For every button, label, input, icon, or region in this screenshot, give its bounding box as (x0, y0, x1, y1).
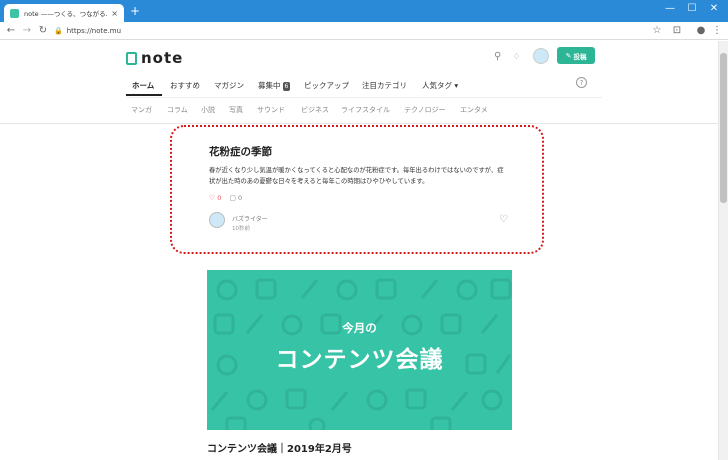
tab-title: note ——つくる、つながる、とどける。 (24, 10, 107, 18)
nav-item-pickup[interactable]: ピックアップ (304, 80, 349, 91)
category-column[interactable]: コラム (167, 105, 188, 115)
extension-icon[interactable]: ⊡ (670, 24, 684, 38)
nav-item-recruiting[interactable]: 募集中 6 (258, 80, 291, 91)
category-manga[interactable]: マンガ (131, 105, 152, 115)
profile-icon[interactable]: ● (694, 24, 708, 38)
maximize-button[interactable]: ☐ (682, 2, 702, 16)
page-scrollbar[interactable] (718, 41, 728, 460)
nav-item-home[interactable]: ホーム (132, 80, 154, 91)
main-nav: ホーム おすすめ マガジン 募集中 6 ピックアップ 注目カテゴリ 人気タグ ▾ (126, 75, 602, 97)
browser-toolbar: ← → ↻ 🔒 https://note.mu ☆ ⊡ ● ⋮ (0, 22, 728, 40)
category-sound[interactable]: サウンド (257, 105, 285, 115)
page-content: note ⚲ ♢ ✎ 投稿 ホーム おすすめ マガジン 募集中 6 ピックアップ … (0, 41, 718, 460)
search-icon[interactable]: ⚲ (494, 52, 501, 62)
nav-recruiting-label: 募集中 (258, 81, 281, 90)
note-excerpt: 春が近くなり少し気温が暖かくなってくると心配なのが花粉症です。毎年出るわけではな… (209, 167, 504, 185)
category-technology[interactable]: テクノロジー (404, 105, 446, 115)
post-label: 投稿 (573, 52, 587, 61)
author-name[interactable]: バズライター (232, 214, 268, 223)
page-divider (0, 123, 718, 124)
author-avatar[interactable] (209, 212, 225, 228)
like-count: 0 (217, 194, 222, 202)
note-logo[interactable]: note (126, 49, 183, 67)
category-novel[interactable]: 小説 (201, 105, 215, 115)
like-icon[interactable]: ♡ (209, 194, 215, 202)
nav-item-featured-category[interactable]: 注目カテゴリ (362, 80, 407, 91)
nav-item-recommended[interactable]: おすすめ (170, 80, 200, 91)
category-business[interactable]: ビジネス (301, 105, 329, 115)
note-stats: ♡ 0 ▢ 0 (209, 194, 242, 202)
category-lifestyle[interactable]: ライフスタイル (341, 105, 390, 115)
note-favicon-icon (10, 8, 19, 18)
note-logo-icon (126, 51, 137, 65)
browser-titlebar: note ——つくる、つながる、とどける。 × + — ☐ ✕ (0, 0, 728, 22)
nav-divider (126, 97, 602, 98)
comment-icon[interactable]: ▢ (229, 194, 236, 202)
nav-item-magazine[interactable]: マガジン (214, 80, 244, 91)
lock-icon: 🔒 (54, 27, 63, 35)
url-text: https://note.mu (66, 27, 122, 35)
browser-menu-icon[interactable]: ⋮ (710, 24, 724, 38)
heart-icon[interactable]: ♡ (499, 214, 508, 225)
window-close-button[interactable]: ✕ (704, 2, 724, 16)
forward-button[interactable]: → (20, 24, 34, 38)
post-time: 10秒前 (232, 226, 250, 232)
help-icon[interactable]: ? (576, 77, 587, 88)
minimize-button[interactable]: — (660, 2, 680, 16)
pen-icon: ✎ (565, 51, 572, 60)
tab-close-icon[interactable]: × (111, 9, 118, 18)
logo-text: note (141, 49, 184, 67)
user-avatar[interactable] (533, 48, 549, 64)
banner-subtitle: 今月の (342, 321, 377, 335)
note-card[interactable]: 花粉症の季節 春が近くなり少し気温が暖かくなってくると心配なのが花粉症です。毎年… (170, 125, 544, 254)
address-bar[interactable]: 🔒 https://note.mu (54, 24, 666, 38)
browser-tab[interactable]: note ——つくる、つながる、とどける。 × (4, 4, 124, 22)
back-button[interactable]: ← (4, 24, 18, 38)
banner-title: コンテンツ会議 (275, 347, 444, 373)
recruiting-count-badge: 6 (282, 82, 291, 91)
nav-item-popular-tags[interactable]: 人気タグ ▾ (422, 80, 458, 91)
active-tab-indicator (126, 94, 162, 96)
new-tab-button[interactable]: + (130, 4, 140, 18)
comment-count: 0 (238, 194, 243, 202)
post-button[interactable]: ✎ 投稿 (557, 47, 595, 64)
category-entertainment[interactable]: エンタメ (460, 105, 488, 115)
contents-meeting-banner[interactable]: 今月の コンテンツ会議 (207, 270, 512, 430)
category-photo[interactable]: 写真 (229, 105, 243, 115)
bell-icon[interactable]: ♢ (513, 52, 520, 62)
scrollbar-thumb[interactable] (720, 53, 727, 203)
article-title[interactable]: コンテンツ会議｜2019年2月号 (207, 440, 352, 455)
reload-button[interactable]: ↻ (36, 24, 50, 38)
bookmark-star-icon[interactable]: ☆ (650, 24, 664, 38)
note-title[interactable]: 花粉症の季節 (209, 144, 272, 159)
